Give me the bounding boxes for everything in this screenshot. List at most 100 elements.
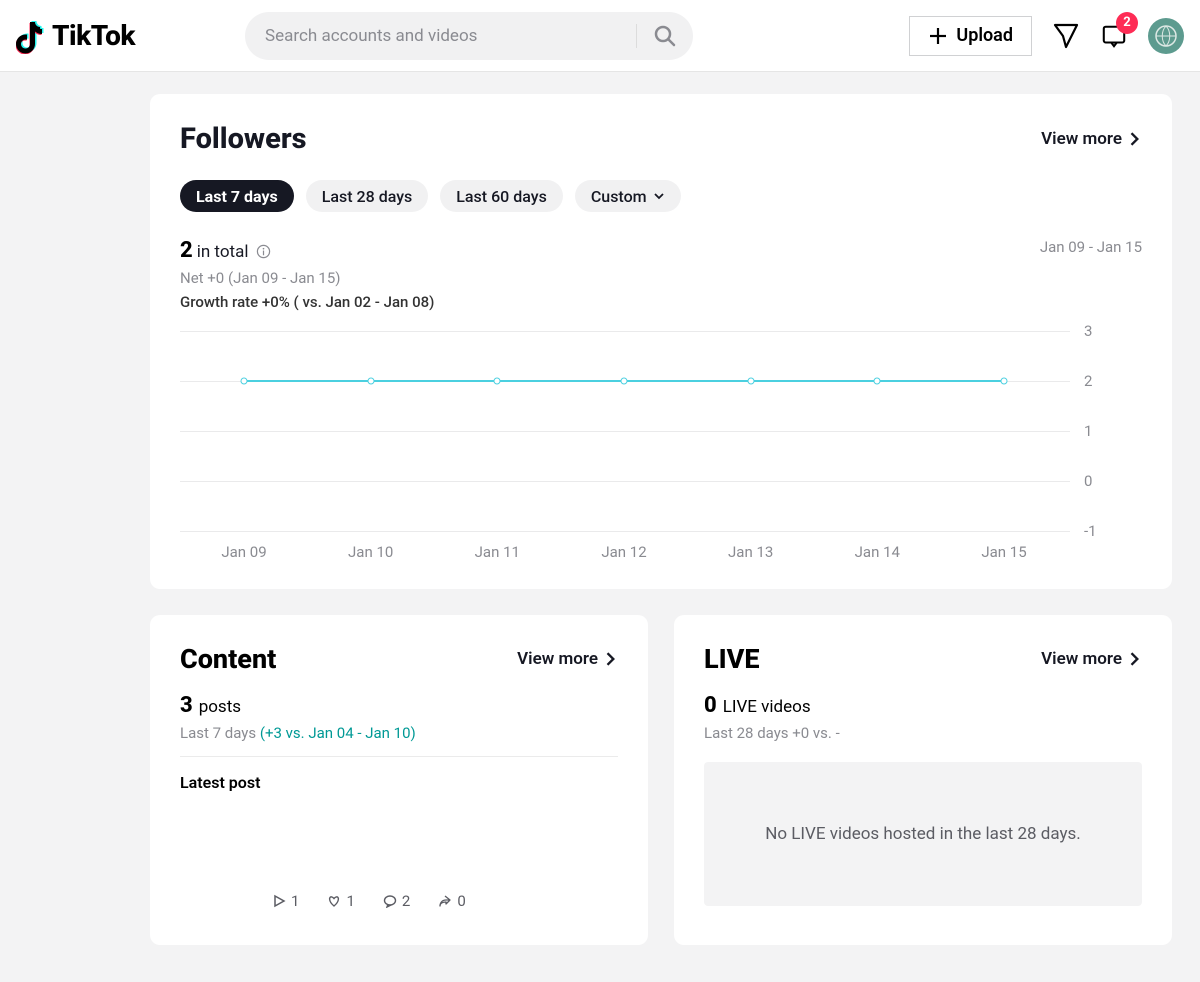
- live-title: LIVE: [704, 643, 760, 675]
- followers-title: Followers: [180, 122, 307, 156]
- live-empty-state: No LIVE videos hosted in the last 28 day…: [704, 762, 1142, 906]
- followers-total-label: in total: [197, 242, 249, 262]
- plays-stat: 1: [272, 892, 299, 910]
- info-icon[interactable]: [256, 244, 271, 259]
- comments-stat: 2: [383, 892, 410, 910]
- search-divider: [636, 24, 637, 48]
- chart-dot: [747, 378, 754, 385]
- notification-badge: 2: [1116, 12, 1138, 34]
- live-card-head: LIVE View more: [704, 643, 1142, 675]
- followers-total: 2 in total: [180, 238, 434, 263]
- chart-dot: [494, 378, 501, 385]
- heart-icon: [327, 894, 341, 908]
- chart-dot: [1001, 378, 1008, 385]
- gridline: [180, 481, 1070, 482]
- plus-icon: [928, 26, 948, 46]
- followers-growth: Growth rate +0% ( vs. Jan 02 - Jan 08): [180, 293, 434, 311]
- chevron-right-icon: [1128, 132, 1142, 146]
- filter-60days[interactable]: Last 60 days: [440, 180, 563, 212]
- followers-stats-row: 2 in total Net +0 (Jan 09 - Jan 15) Grow…: [180, 238, 1142, 311]
- play-icon: [272, 894, 286, 908]
- x-tick: Jan 14: [855, 543, 900, 561]
- share-icon: [438, 894, 452, 908]
- followers-chart: 3 2 1 0 -1 Jan 09 Jan 10 Jan 11 Jan 12 J…: [180, 331, 1142, 561]
- chart-dot: [621, 378, 628, 385]
- content-delta: (+3 vs. Jan 04 - Jan 10): [260, 724, 416, 742]
- messages-button[interactable]: [1052, 22, 1080, 50]
- content-count-num: 3: [180, 693, 193, 718]
- upload-label: Upload: [956, 25, 1013, 46]
- plays-value: 1: [291, 892, 299, 910]
- gridline: [180, 331, 1070, 332]
- shares-value: 0: [457, 892, 465, 910]
- search-input[interactable]: [245, 12, 693, 60]
- filter-7days[interactable]: Last 7 days: [180, 180, 294, 212]
- y-tick: -1: [1084, 522, 1097, 540]
- content-card: Content View more 3 posts Last 7 days (+…: [150, 615, 648, 945]
- content-count-label: posts: [199, 697, 241, 717]
- followers-date-range: Jan 09 - Jan 15: [1040, 238, 1142, 256]
- x-tick: Jan 15: [981, 543, 1026, 561]
- filter-28days[interactable]: Last 28 days: [306, 180, 429, 212]
- avatar[interactable]: [1148, 18, 1184, 54]
- page-body: Followers View more Last 7 days Last 28 …: [0, 72, 1200, 982]
- comment-icon: [383, 894, 397, 908]
- header-actions: Upload 2: [909, 16, 1184, 56]
- tiktok-icon: [16, 18, 48, 54]
- likes-value: 1: [346, 892, 354, 910]
- avatar-icon: [1154, 24, 1178, 48]
- live-view-more[interactable]: View more: [1041, 649, 1142, 669]
- followers-total-num: 2: [180, 238, 193, 263]
- comments-value: 2: [402, 892, 410, 910]
- content-range-label: Last 7 days: [180, 724, 256, 742]
- view-more-label: View more: [1041, 129, 1122, 149]
- date-filters: Last 7 days Last 28 days Last 60 days Cu…: [180, 180, 1142, 212]
- live-count-label: LIVE videos: [723, 697, 811, 717]
- followers-card-head: Followers View more: [180, 122, 1142, 156]
- divider: [180, 756, 618, 757]
- shares-stat: 0: [438, 892, 465, 910]
- chevron-right-icon: [1128, 652, 1142, 666]
- live-card: LIVE View more 0 LIVE videos Last 28 day…: [674, 615, 1172, 945]
- x-tick: Jan 10: [348, 543, 393, 561]
- upload-button[interactable]: Upload: [909, 16, 1032, 56]
- likes-stat: 1: [327, 892, 354, 910]
- view-more-label: View more: [1041, 649, 1122, 669]
- content-title: Content: [180, 643, 276, 675]
- chevron-down-icon: [653, 190, 665, 202]
- live-range: Last 28 days +0 vs. -: [704, 724, 1142, 742]
- x-tick: Jan 11: [475, 543, 520, 561]
- content-count: 3 posts: [180, 693, 618, 718]
- search-container: [245, 12, 693, 60]
- send-icon: [1052, 22, 1080, 50]
- brand-logo[interactable]: TikTok: [16, 18, 135, 54]
- filter-custom[interactable]: Custom: [575, 180, 681, 212]
- y-tick: 1: [1084, 422, 1092, 440]
- x-tick: Jan 13: [728, 543, 773, 561]
- two-column-row: Content View more 3 posts Last 7 days (+…: [150, 615, 1172, 945]
- y-tick: 3: [1084, 322, 1092, 340]
- live-count-num: 0: [704, 693, 717, 718]
- x-tick: Jan 09: [221, 543, 266, 561]
- content-card-head: Content View more: [180, 643, 618, 675]
- followers-stats-left: 2 in total Net +0 (Jan 09 - Jan 15) Grow…: [180, 238, 434, 311]
- latest-post-stats: 1 1 2 0: [180, 892, 618, 910]
- gridline: [180, 431, 1070, 432]
- inbox-button[interactable]: 2: [1100, 22, 1128, 50]
- gridline: [180, 531, 1070, 532]
- chart-dot: [874, 378, 881, 385]
- followers-view-more[interactable]: View more: [1041, 129, 1142, 149]
- chart-dot: [367, 378, 374, 385]
- top-header: TikTok Upload 2: [0, 0, 1200, 72]
- y-tick: 2: [1084, 372, 1092, 390]
- search-button[interactable]: [653, 24, 677, 48]
- chart-dot: [241, 378, 248, 385]
- y-tick: 0: [1084, 472, 1092, 490]
- followers-card: Followers View more Last 7 days Last 28 …: [150, 94, 1172, 589]
- chevron-right-icon: [604, 652, 618, 666]
- followers-net: Net +0 (Jan 09 - Jan 15): [180, 269, 434, 287]
- brand-text: TikTok: [52, 19, 135, 52]
- filter-custom-label: Custom: [591, 187, 647, 206]
- latest-post-label: Latest post: [180, 773, 618, 792]
- content-view-more[interactable]: View more: [517, 649, 618, 669]
